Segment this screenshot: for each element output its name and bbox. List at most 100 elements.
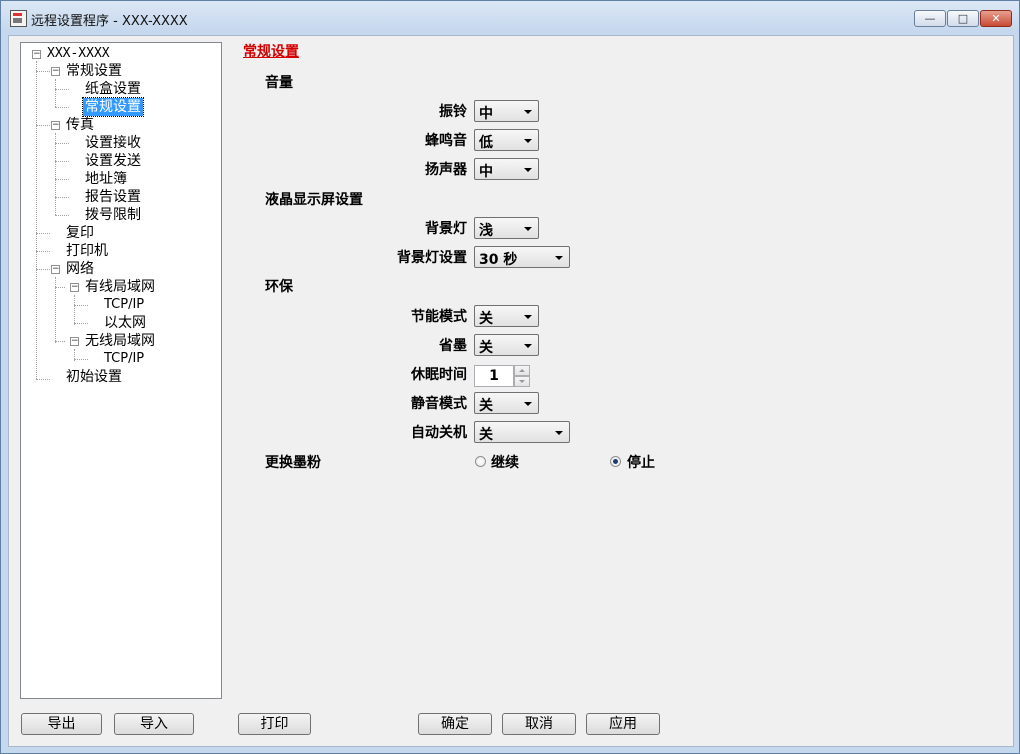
collapse-icon[interactable]: − bbox=[51, 265, 60, 274]
collapse-icon[interactable]: − bbox=[51, 121, 60, 130]
minimize-icon: — bbox=[924, 12, 936, 25]
tree-item-initial-setup[interactable]: 初始设置 bbox=[64, 368, 124, 386]
client-area: − − − − − − XXX-XXXX 常规设置 纸盒设置 常规设置 传真 设… bbox=[8, 35, 1014, 747]
arrow-down-icon bbox=[519, 380, 525, 383]
backlight-timer-select[interactable]: 30 秒 bbox=[474, 246, 570, 268]
collapse-icon[interactable]: − bbox=[51, 67, 60, 76]
tree-line bbox=[55, 79, 56, 107]
collapse-icon[interactable]: − bbox=[70, 283, 79, 292]
tree-item-fax[interactable]: 传真 bbox=[64, 116, 96, 134]
arrow-up-icon bbox=[519, 369, 525, 372]
ring-label: 振铃 bbox=[439, 104, 467, 120]
tree-line bbox=[74, 295, 75, 325]
ok-button[interactable]: 确定 bbox=[418, 713, 492, 735]
tree-line bbox=[55, 197, 69, 198]
radio-stop-label[interactable]: 停止 bbox=[627, 452, 655, 472]
spin-up-button[interactable] bbox=[514, 365, 530, 376]
tree-line bbox=[36, 71, 50, 72]
apply-button[interactable]: 应用 bbox=[586, 713, 660, 735]
power-saving-label: 节能模式 bbox=[411, 309, 467, 325]
cancel-button[interactable]: 取消 bbox=[502, 713, 576, 735]
maximize-icon: □ bbox=[957, 12, 969, 25]
import-button[interactable]: 导入 bbox=[114, 713, 194, 735]
tree-line bbox=[74, 359, 88, 360]
radio-continue-label[interactable]: 继续 bbox=[491, 452, 519, 472]
speaker-select[interactable]: 中 bbox=[474, 158, 539, 180]
collapse-icon[interactable]: − bbox=[70, 337, 79, 346]
window-title: 远程设置程序 - XXX-XXXX bbox=[31, 14, 188, 29]
tree-line bbox=[36, 233, 50, 234]
app-window: 远程设置程序 - XXX-XXXX — □ ✕ − − − − − − XXX-… bbox=[0, 0, 1020, 754]
ring-select[interactable]: 中 bbox=[474, 100, 539, 122]
tree-item-root[interactable]: XXX-XXXX bbox=[45, 45, 112, 63]
chevron-down-icon bbox=[524, 344, 532, 348]
sleep-time-spinner[interactable]: 1 bbox=[474, 365, 530, 387]
group-volume: 音量 bbox=[265, 75, 293, 91]
chevron-down-icon bbox=[555, 431, 563, 435]
backlight-select[interactable]: 浅 bbox=[474, 217, 539, 239]
tree-line bbox=[55, 287, 65, 288]
quiet-mode-select[interactable]: 关 bbox=[474, 392, 539, 414]
tree-item-receive[interactable]: 设置接收 bbox=[83, 134, 143, 152]
tree-line bbox=[55, 341, 65, 342]
backlight-timer-label: 背景灯设置 bbox=[397, 250, 467, 266]
collapse-icon[interactable]: − bbox=[32, 50, 41, 59]
tree-line bbox=[55, 161, 69, 162]
tree-item-printer[interactable]: 打印机 bbox=[64, 242, 110, 260]
tree-line bbox=[36, 269, 50, 270]
tree-item-dial-restriction[interactable]: 拨号限制 bbox=[83, 206, 143, 224]
chevron-down-icon bbox=[555, 256, 563, 260]
export-button[interactable]: 导出 bbox=[21, 713, 102, 735]
tree-item-wired-tcpip[interactable]: TCP/IP bbox=[102, 296, 146, 314]
chevron-down-icon bbox=[524, 168, 532, 172]
tree-item-tray[interactable]: 纸盒设置 bbox=[83, 80, 143, 98]
tree-item-wireless-lan[interactable]: 无线局域网 bbox=[83, 332, 157, 350]
tree-line bbox=[55, 179, 69, 180]
toner-save-select[interactable]: 关 bbox=[474, 334, 539, 356]
chevron-down-icon bbox=[524, 139, 532, 143]
title-bar[interactable]: 远程设置程序 - XXX-XXXX — □ ✕ bbox=[1, 1, 1019, 35]
spin-down-button[interactable] bbox=[514, 376, 530, 387]
tree-line bbox=[74, 305, 88, 306]
tree-line bbox=[55, 89, 69, 90]
tree-line bbox=[55, 107, 69, 108]
tree-item-general[interactable]: 常规设置 bbox=[64, 62, 124, 80]
tree-item-network[interactable]: 网络 bbox=[64, 260, 96, 278]
tree-item-ethernet[interactable]: 以太网 bbox=[102, 314, 148, 332]
tree-item-address-book[interactable]: 地址簿 bbox=[83, 170, 129, 188]
close-icon: ✕ bbox=[991, 12, 1001, 25]
quiet-mode-label: 静音模式 bbox=[411, 396, 467, 412]
tree-line bbox=[36, 61, 37, 379]
power-saving-select[interactable]: 关 bbox=[474, 305, 539, 327]
group-eco: 环保 bbox=[265, 279, 293, 295]
tree-line bbox=[55, 143, 69, 144]
tree-item-wireless-tcpip[interactable]: TCP/IP bbox=[102, 350, 146, 368]
tree-item-send[interactable]: 设置发送 bbox=[83, 152, 143, 170]
print-button[interactable]: 打印 bbox=[238, 713, 311, 735]
chevron-down-icon bbox=[524, 315, 532, 319]
toner-replace-label: 更换墨粉 bbox=[265, 455, 321, 471]
close-button[interactable]: ✕ bbox=[980, 10, 1012, 27]
tree-line bbox=[55, 215, 69, 216]
tree-item-wired-lan[interactable]: 有线局域网 bbox=[83, 278, 157, 296]
tree-line bbox=[55, 133, 56, 215]
group-lcd: 液晶显示屏设置 bbox=[265, 192, 363, 208]
radio-stop[interactable] bbox=[610, 456, 621, 467]
speaker-label: 扬声器 bbox=[425, 162, 467, 178]
minimize-button[interactable]: — bbox=[914, 10, 946, 27]
tree-item-general-settings[interactable]: 常规设置 bbox=[82, 97, 144, 117]
auto-off-label: 自动关机 bbox=[411, 425, 467, 441]
maximize-button[interactable]: □ bbox=[947, 10, 979, 27]
sleep-time-label: 休眠时间 bbox=[411, 367, 467, 383]
tree-item-report[interactable]: 报告设置 bbox=[83, 188, 143, 206]
radio-continue[interactable] bbox=[475, 456, 486, 467]
beep-select[interactable]: 低 bbox=[474, 129, 539, 151]
tree-line bbox=[36, 379, 50, 380]
nav-tree[interactable]: − − − − − − XXX-XXXX 常规设置 纸盒设置 常规设置 传真 设… bbox=[20, 42, 222, 699]
sleep-time-input[interactable]: 1 bbox=[474, 365, 514, 387]
tree-line bbox=[74, 323, 88, 324]
tree-line bbox=[36, 125, 50, 126]
auto-off-select[interactable]: 关 bbox=[474, 421, 570, 443]
tree-item-copy[interactable]: 复印 bbox=[64, 224, 96, 242]
tree-line bbox=[36, 251, 50, 252]
